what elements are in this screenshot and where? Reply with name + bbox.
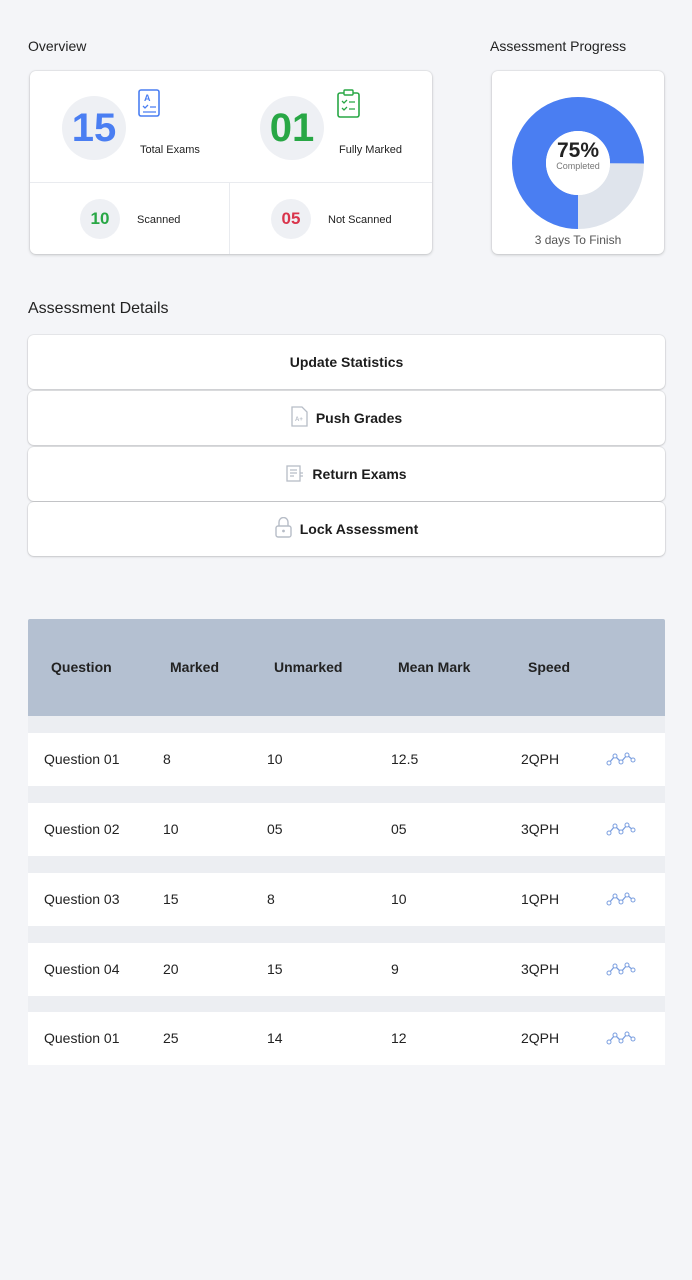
table-row[interactable]: Question 01 25 14 12 2QPH — [28, 1012, 665, 1065]
table-row[interactable]: Question 03 15 8 10 1QPH — [28, 873, 665, 926]
scanned-block: 10 Scanned — [30, 183, 230, 254]
lock-assessment-button[interactable]: Lock Assessment — [28, 502, 665, 556]
row-separator — [28, 716, 665, 733]
question-table: Question Marked Unmarked Mean Mark Speed… — [28, 619, 665, 1065]
cell-mean-mark: 9 — [391, 961, 399, 977]
details-title: Assessment Details — [28, 300, 169, 317]
table-row[interactable]: Question 01 8 10 12.5 2QPH — [28, 733, 665, 786]
header-marked: Marked — [170, 659, 220, 675]
cell-marked: 20 — [163, 961, 179, 977]
cell-marked: 8 — [163, 751, 171, 767]
table-row[interactable]: Question 04 20 15 9 3QPH — [28, 943, 665, 996]
total-exams-count: 15 — [62, 96, 126, 160]
trend-chart-icon[interactable] — [606, 821, 636, 842]
progress-card: 75% Completed 3 days To Finish — [492, 71, 664, 254]
progress-completed-label: Completed — [556, 161, 600, 171]
update-statistics-button[interactable]: Update Statistics — [28, 335, 665, 389]
cell-unmarked: 8 — [267, 891, 275, 907]
cell-mean-mark: 05 — [391, 821, 407, 837]
return-exams-label: Return Exams — [312, 466, 407, 482]
header-unmarked: Unmarked — [274, 659, 343, 675]
return-exams-button[interactable]: Return Exams — [28, 447, 665, 501]
header-mean-mark: Mean Mark — [398, 659, 471, 675]
total-exams-label: Total Exams — [140, 144, 200, 156]
progress-title: Assessment Progress — [490, 38, 627, 54]
return-exams-icon — [286, 464, 304, 485]
progress-percent: 75% — [556, 139, 600, 162]
overview-card: 15 A Total Exams 01 Fully Marked 10 Scan… — [30, 71, 432, 254]
overview-top: 15 A Total Exams 01 Fully Marked — [30, 71, 432, 183]
update-statistics-label: Update Statistics — [289, 354, 404, 370]
clipboard-check-icon — [336, 89, 362, 124]
cell-unmarked: 10 — [267, 751, 283, 767]
cell-unmarked: 15 — [267, 961, 283, 977]
cell-mean-mark: 10 — [391, 891, 407, 907]
svg-text:A: A — [144, 93, 151, 103]
cell-speed: 1QPH — [521, 891, 560, 907]
table-header: Question Marked Unmarked Mean Mark Speed — [28, 619, 665, 716]
overview-title: Overview — [28, 38, 87, 54]
cell-question: Question 02 — [44, 821, 120, 837]
cell-speed: 3QPH — [521, 821, 560, 837]
cell-mean-mark: 12 — [391, 1030, 407, 1046]
fully-marked-label: Fully Marked — [339, 144, 402, 156]
scanned-count: 10 — [80, 199, 120, 239]
not-scanned-count: 05 — [271, 199, 311, 239]
header-question: Question — [51, 659, 112, 675]
cell-unmarked: 05 — [267, 821, 283, 837]
cell-mean-mark: 12.5 — [391, 751, 419, 767]
row-separator — [28, 856, 665, 873]
cell-question: Question 03 — [44, 891, 120, 907]
header-speed: Speed — [528, 659, 571, 675]
cell-speed: 2QPH — [521, 1030, 560, 1046]
cell-marked: 25 — [163, 1030, 179, 1046]
progress-finish-text: 3 days To Finish — [534, 233, 622, 247]
cell-unmarked: 14 — [267, 1030, 283, 1046]
cell-speed: 2QPH — [521, 751, 560, 767]
push-grades-button[interactable]: A+ Push Grades — [28, 391, 665, 445]
scanned-label: Scanned — [137, 214, 181, 226]
trend-chart-icon[interactable] — [606, 961, 636, 982]
exam-document-icon: A — [138, 89, 162, 124]
not-scanned-block: 05 Not Scanned — [230, 183, 432, 254]
cell-speed: 3QPH — [521, 961, 560, 977]
row-separator — [28, 996, 665, 1013]
cell-question: Question 01 — [44, 1030, 120, 1046]
grade-file-icon: A+ — [291, 406, 308, 430]
lock-assessment-label: Lock Assessment — [299, 521, 419, 537]
fully-marked-count: 01 — [260, 96, 324, 160]
cell-marked: 10 — [163, 821, 179, 837]
not-scanned-label: Not Scanned — [328, 214, 392, 226]
row-separator — [28, 926, 665, 943]
trend-chart-icon[interactable] — [606, 1030, 636, 1051]
cell-marked: 15 — [163, 891, 179, 907]
svg-text:A+: A+ — [295, 417, 303, 423]
trend-chart-icon[interactable] — [606, 891, 636, 912]
push-grades-label: Push Grades — [315, 410, 403, 426]
lock-icon — [275, 516, 292, 541]
trend-chart-icon[interactable] — [606, 751, 636, 772]
cell-question: Question 01 — [44, 751, 120, 767]
row-separator — [28, 786, 665, 803]
table-row[interactable]: Question 02 10 05 05 3QPH — [28, 803, 665, 856]
cell-question: Question 04 — [44, 961, 120, 977]
